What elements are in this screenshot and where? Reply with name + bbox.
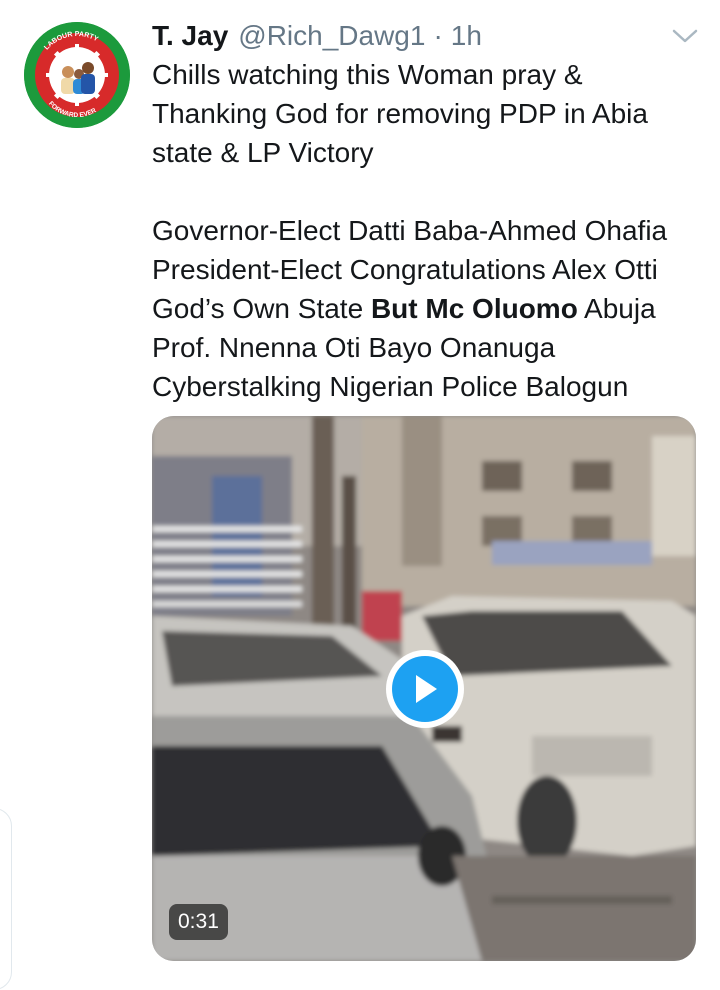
separator: · bbox=[433, 20, 443, 51]
avatar[interactable]: LABOUR PARTY FORWARD EVER bbox=[24, 22, 130, 128]
tweet-header: T. Jay @Rich_Dawg1 · 1h bbox=[152, 16, 700, 56]
tweet-body: Chills watching this Woman pray & Thanki… bbox=[152, 55, 702, 406]
video-media[interactable]: 0:31 bbox=[152, 416, 696, 961]
tweet-text-trends: Governor-Elect Datti Baba-Ahmed Ohafia P… bbox=[152, 211, 702, 406]
user-handle[interactable]: @Rich_Dawg1 bbox=[238, 16, 425, 56]
display-name[interactable]: T. Jay bbox=[152, 16, 228, 56]
tweet-text-line: Chills watching this Woman pray & Thanki… bbox=[152, 59, 648, 168]
chevron-down-icon[interactable] bbox=[670, 24, 700, 48]
play-icon[interactable] bbox=[392, 656, 458, 722]
labour-party-logo: LABOUR PARTY FORWARD EVER bbox=[24, 22, 130, 128]
play-button[interactable] bbox=[386, 650, 464, 728]
video-duration: 0:31 bbox=[169, 904, 228, 940]
floating-edge-card bbox=[0, 808, 12, 990]
play-triangle-icon bbox=[416, 675, 437, 703]
bold-trend-text: But Mc Oluomo bbox=[370, 293, 578, 324]
timestamp[interactable]: 1h bbox=[451, 16, 482, 56]
